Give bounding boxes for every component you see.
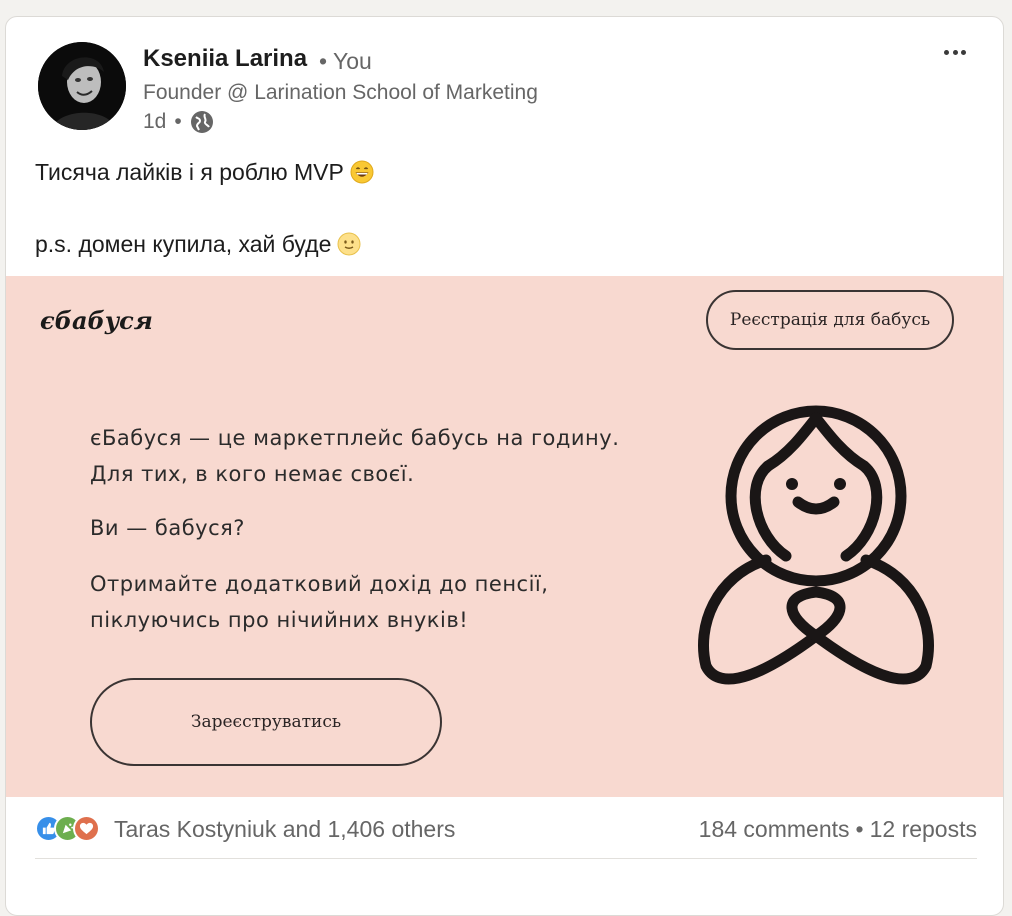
comments-count[interactable]: 184 comments xyxy=(699,816,850,842)
social-counts: Taras Kostyniuk and 1,406 others 184 com… xyxy=(35,813,977,847)
reactions-summary[interactable]: Taras Kostyniuk and 1,406 others xyxy=(114,816,455,843)
engagement-counts: 184 comments • 12 reposts xyxy=(699,816,977,843)
author-name[interactable]: Kseniia Larina xyxy=(143,45,307,73)
more-dot xyxy=(952,49,958,55)
more-dot xyxy=(944,49,949,55)
meta-separator: • xyxy=(174,110,182,133)
reaction-icons[interactable] xyxy=(35,815,100,842)
promo-text: Отримайте додатковий дохід до пенсії, xyxy=(90,572,549,596)
more-options-button[interactable] xyxy=(938,39,972,65)
post-meta: 1d • xyxy=(143,110,214,134)
count-separator: • xyxy=(855,816,864,842)
post-card: Kseniia Larina • You Founder @ Larinatio… xyxy=(5,16,1004,916)
globe-icon xyxy=(190,110,214,134)
grandma-register-button[interactable]: Реєстрація для бабусь xyxy=(706,290,954,350)
post-time: 1d xyxy=(143,110,167,133)
post-text: p.s. домен купила, хай буде xyxy=(35,231,332,257)
slightly-smiling-face-emoji xyxy=(337,232,361,262)
promo-text: єБабуся — це маркетплейс бабусь на годин… xyxy=(90,426,620,450)
author-avatar[interactable] xyxy=(38,42,126,130)
reposts-count[interactable]: 12 reposts xyxy=(870,816,977,842)
author-headline: Founder @ Larination School of Marketing xyxy=(143,81,538,104)
promo-text: Для тих, в кого немає своєї. xyxy=(90,462,415,486)
promo-question: Ви — бабуся? xyxy=(90,516,245,540)
brand-logo: єбабуся xyxy=(40,306,153,335)
divider xyxy=(35,858,977,859)
register-button[interactable]: Зареєструватись xyxy=(90,678,442,766)
post-text-line-2: p.s. домен купила, хай буде xyxy=(35,231,361,262)
connection-degree: • You xyxy=(319,48,372,74)
post-text: Тисяча лайків і я роблю MVP xyxy=(35,159,344,185)
grinning-face-emoji xyxy=(350,160,374,190)
grandma-illustration xyxy=(686,396,946,700)
promo-text: піклуючись про нічийних внуків! xyxy=(90,608,469,632)
more-dot xyxy=(961,49,966,55)
promo-image[interactable]: єбабуся Реєстрація для бабусь єБабуся — … xyxy=(6,276,1003,797)
love-icon xyxy=(73,815,100,842)
post-text-line-1: Тисяча лайків і я роблю MVP xyxy=(35,159,374,190)
